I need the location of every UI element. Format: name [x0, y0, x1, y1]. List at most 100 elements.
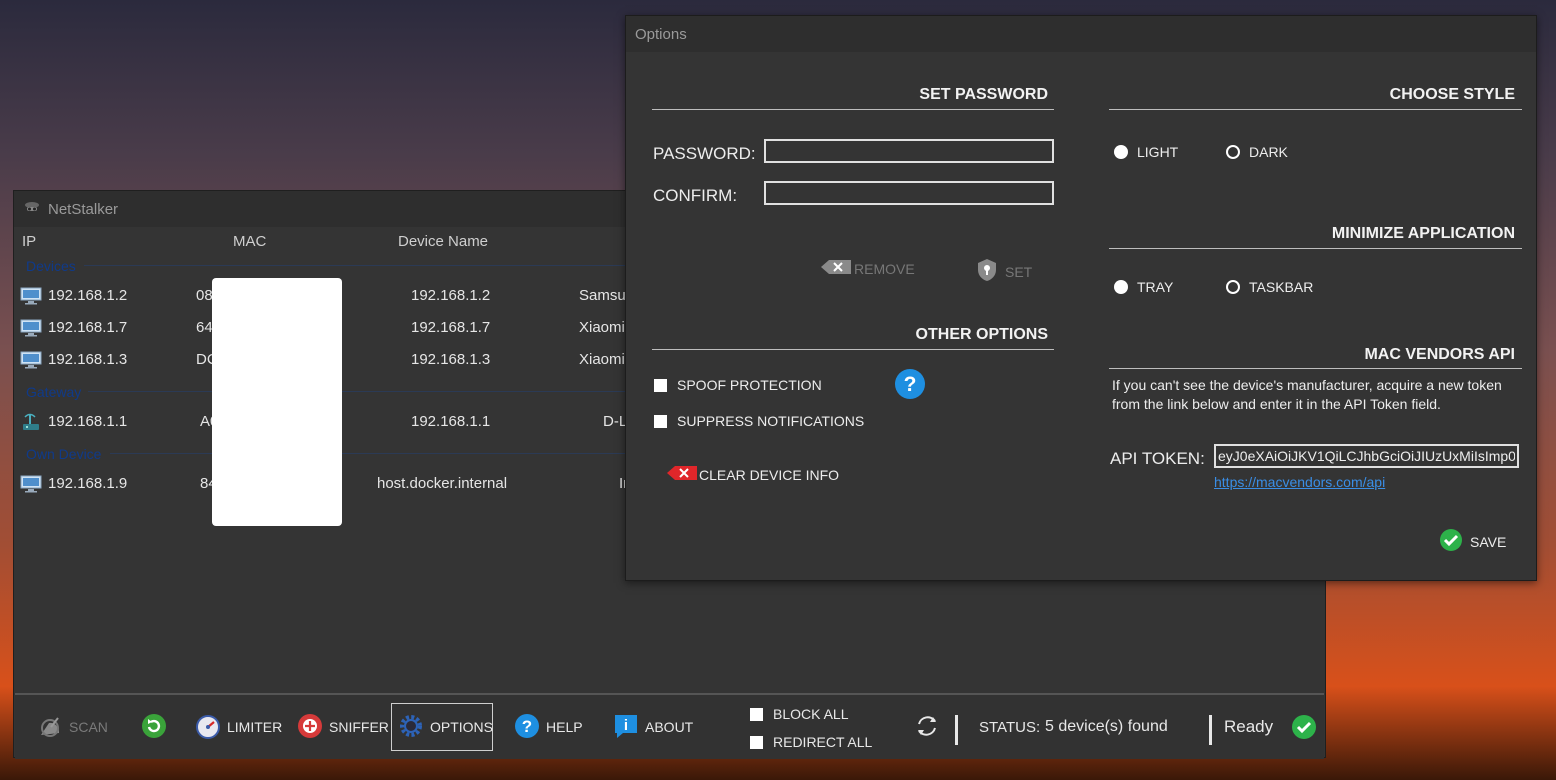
ready-label: Ready	[1224, 717, 1274, 736]
api-description: If you can't see the device's manufactur…	[1112, 377, 1502, 412]
svg-text:?: ?	[904, 373, 917, 396]
gear-icon	[398, 713, 424, 742]
cell-ip: 192.168.1.7	[48, 319, 128, 336]
cell-device-name: host.docker.internal	[377, 475, 508, 492]
monitor-icon	[20, 287, 42, 310]
cell-device-name: 192.168.1.7	[411, 319, 491, 336]
column-header-ip[interactable]: IP	[22, 233, 36, 250]
netstalker-logo-icon	[24, 200, 40, 218]
suppress-notifications-checkbox[interactable]: SUPPRESS NOTIFICATIONS	[654, 413, 864, 429]
options-button[interactable]: OPTIONS	[398, 705, 493, 749]
redaction-box	[212, 278, 342, 526]
cell-ip: 192.168.1.9	[48, 475, 128, 492]
options-titlebar: Options	[626, 16, 1536, 52]
password-input[interactable]	[764, 139, 1054, 163]
toolbar-separator	[1209, 715, 1212, 745]
sniffer-button[interactable]: SNIFFER	[297, 705, 389, 749]
refresh-icon	[141, 713, 167, 742]
group-label-gateway: Gateway	[26, 384, 82, 400]
set-password-button[interactable]: SET	[976, 258, 1032, 285]
cell-vendor: D-L	[603, 413, 628, 430]
api-token-label: API TOKEN:	[1110, 449, 1205, 468]
column-header-mac[interactable]: MAC	[233, 233, 266, 250]
spoof-protection-checkbox[interactable]: SPOOF PROTECTION	[654, 377, 822, 393]
set-password-title: SET PASSWORD	[919, 86, 1048, 103]
status-value: 5 device(s) found	[1045, 718, 1168, 735]
style-light-radio[interactable]: LIGHT	[1114, 144, 1178, 160]
help-button[interactable]: ? HELP	[514, 705, 583, 749]
cell-device-name: 192.168.1.1	[411, 413, 491, 430]
main-window-title: NetStalker	[48, 200, 119, 218]
column-header-device-name[interactable]: Device Name	[398, 233, 488, 250]
check-icon	[1291, 705, 1317, 749]
section-divider	[1109, 109, 1522, 110]
group-label-own-device: Own Device	[26, 446, 102, 462]
speedometer-icon	[195, 713, 221, 742]
scan-button[interactable]: SCAN	[37, 705, 108, 749]
satellite-dish-icon	[37, 713, 63, 742]
section-divider	[1109, 248, 1522, 249]
section-divider	[1109, 368, 1522, 369]
cell-mac: 64	[196, 319, 213, 336]
radio-dot	[1226, 280, 1240, 294]
checkbox-box	[750, 735, 763, 749]
clear-icon	[667, 466, 697, 483]
monitor-icon	[20, 319, 42, 342]
about-button[interactable]: i ABOUT	[613, 705, 693, 749]
main-toolbar: SCAN LIMITER SNIFFER OPTIONS ? HELP i AB…	[15, 693, 1324, 759]
save-button[interactable]: SAVE	[1439, 528, 1506, 555]
cell-vendor: Xiaomi	[579, 351, 625, 368]
cell-vendor: Xiaomi	[579, 319, 625, 336]
clear-device-info-button[interactable]: CLEAR DEVICE INFO	[667, 466, 839, 483]
svg-text:?: ?	[522, 717, 532, 736]
shield-lock-icon	[976, 258, 998, 285]
api-token-input[interactable]	[1214, 444, 1519, 468]
macvendors-link[interactable]: https://macvendors.com/api	[1214, 474, 1385, 490]
checkbox-box	[654, 378, 667, 392]
radio-dot	[1114, 145, 1128, 159]
confirm-label: CONFIRM:	[653, 186, 738, 205]
options-window: Options SET PASSWORD PASSWORD: CONFIRM: …	[625, 15, 1537, 581]
redirect-all-checkbox[interactable]: REDIRECT ALL	[750, 734, 872, 750]
minimize-taskbar-radio[interactable]: TASKBAR	[1226, 279, 1313, 295]
limiter-button[interactable]: LIMITER	[195, 705, 282, 749]
cell-ip: 192.168.1.1	[48, 413, 128, 430]
options-window-title: Options	[635, 25, 687, 43]
section-divider	[652, 349, 1054, 350]
remove-password-button[interactable]: REMOVE	[821, 260, 915, 277]
checkbox-box	[654, 414, 667, 428]
cell-vendor: Samsu	[579, 287, 626, 304]
style-dark-radio[interactable]: DARK	[1226, 144, 1288, 160]
cell-device-name: 192.168.1.2	[411, 287, 491, 304]
sync-button[interactable]	[913, 705, 941, 749]
toolbar-separator	[955, 715, 958, 745]
cell-mac: 08	[196, 287, 213, 304]
spoof-help-icon[interactable]: ?	[894, 368, 926, 405]
svg-text:i: i	[624, 717, 628, 734]
sync-icon	[913, 712, 941, 743]
cell-ip: 192.168.1.2	[48, 287, 128, 304]
cell-ip: 192.168.1.3	[48, 351, 128, 368]
confirm-input[interactable]	[764, 181, 1054, 205]
crosshair-icon	[297, 713, 323, 742]
monitor-icon	[20, 475, 42, 498]
block-all-checkbox[interactable]: BLOCK ALL	[750, 706, 849, 722]
section-divider	[652, 109, 1054, 110]
check-icon	[1439, 528, 1463, 555]
checkbox-box	[750, 707, 763, 721]
radio-dot	[1114, 280, 1128, 294]
group-label-devices: Devices	[26, 258, 76, 274]
status-label: STATUS:	[979, 718, 1041, 736]
mac-vendors-api-title: MAC VENDORS API	[1364, 346, 1515, 363]
other-options-title: OTHER OPTIONS	[915, 326, 1048, 343]
remove-icon	[821, 260, 851, 277]
info-icon: i	[613, 713, 639, 742]
minimize-tray-radio[interactable]: TRAY	[1114, 279, 1173, 295]
password-label: PASSWORD:	[653, 144, 756, 163]
radio-dot	[1226, 145, 1240, 159]
choose-style-title: CHOOSE STYLE	[1389, 86, 1515, 103]
monitor-icon	[20, 351, 42, 374]
cell-device-name: 192.168.1.3	[411, 351, 491, 368]
refresh-button[interactable]	[141, 705, 167, 749]
router-icon	[20, 412, 42, 437]
